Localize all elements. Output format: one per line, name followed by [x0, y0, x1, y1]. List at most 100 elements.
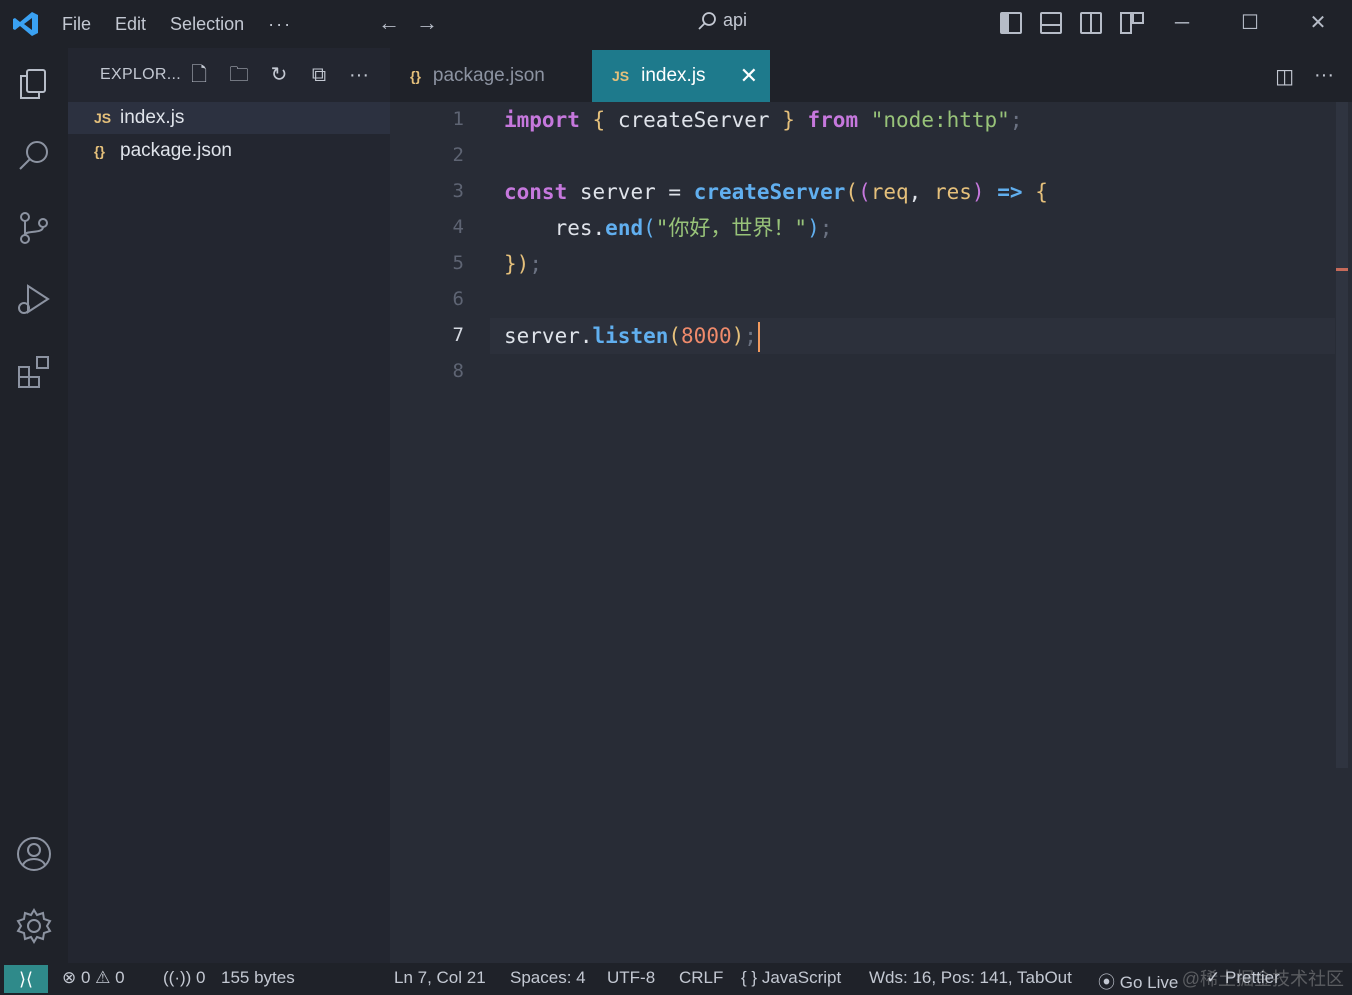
explorer-title: EXPLOR... — [100, 66, 181, 83]
vscode-logo-icon — [13, 12, 38, 36]
radio-tower-icon: ⦿ — [1098, 973, 1115, 992]
token-paren: ) — [807, 216, 820, 240]
end-of-line[interactable]: CRLF — [679, 968, 723, 988]
token-identifier: server — [579, 180, 656, 204]
customize-layout-icon[interactable] — [1120, 12, 1144, 34]
token-string: "node:http" — [870, 108, 1010, 132]
editor-more-icon[interactable]: ··· — [1314, 64, 1334, 89]
tab-label: index.js — [641, 65, 706, 86]
line-number: 6 — [452, 288, 464, 310]
vertical-scrollbar[interactable] — [1336, 102, 1348, 768]
accounts-icon[interactable] — [16, 836, 52, 872]
text-cursor — [757, 322, 760, 352]
token-paren: ( — [643, 216, 656, 240]
tabout-status[interactable]: Wds: 16, Pos: 141, TabOut — [869, 968, 1072, 988]
cursor-position[interactable]: Ln 7, Col 21 — [394, 968, 486, 988]
token-operator: = — [668, 180, 682, 204]
code-content[interactable]: import { createServer } from "node:http"… — [504, 102, 1048, 352]
close-tab-icon[interactable]: ✕ — [740, 63, 758, 89]
token-dot: . — [592, 216, 606, 240]
code-line-3: const server = createServer((req, res) =… — [504, 174, 1048, 210]
menu-selection[interactable]: Selection — [170, 14, 244, 35]
title-bar: File Edit Selection ··· ← → api ─ ☐ ✕ — [0, 0, 1352, 48]
ports-indicator[interactable]: ((·)) 0 — [163, 968, 206, 988]
go-live-button[interactable]: ⦿ Go Live — [1098, 968, 1178, 993]
token-identifier: createServer — [617, 108, 770, 132]
token-paren: ) — [516, 252, 530, 276]
back-arrow-icon[interactable]: ← — [378, 10, 400, 36]
layout-controls — [1000, 12, 1144, 34]
toggle-secondary-sidebar-icon[interactable] — [1080, 12, 1102, 34]
file-name: package.json — [120, 140, 232, 161]
search-view-icon[interactable] — [16, 138, 52, 174]
scrollbar-marker — [1336, 268, 1348, 271]
explorer-more-icon[interactable]: ··· — [348, 64, 370, 86]
collapse-all-icon[interactable]: ⧉ — [308, 64, 330, 86]
json-file-icon: {} — [410, 68, 421, 84]
token-brace: } — [504, 252, 517, 276]
language-mode[interactable]: { } JavaScript — [741, 968, 841, 988]
token-parameter: req — [870, 180, 909, 204]
token-brace: { — [1035, 180, 1048, 204]
menu-edit[interactable]: Edit — [115, 14, 146, 35]
file-item-package-json[interactable]: {} package.json — [68, 135, 390, 167]
line-number: 5 — [452, 252, 464, 274]
editor-actions: ◫ ··· — [1275, 64, 1334, 89]
menu-more-button[interactable]: ··· — [268, 14, 292, 35]
token-dot: . — [579, 324, 593, 348]
token-function: listen — [592, 324, 669, 348]
extensions-icon[interactable] — [16, 354, 52, 390]
encoding[interactable]: UTF-8 — [607, 968, 655, 988]
token-keyword: from — [807, 108, 859, 132]
js-file-icon: JS — [612, 68, 630, 84]
run-debug-icon[interactable] — [16, 282, 52, 318]
token-paren: ( — [668, 324, 682, 348]
token-paren: ( — [845, 180, 859, 204]
explorer-icon[interactable] — [16, 66, 52, 102]
token-semicolon: ; — [819, 216, 833, 240]
forward-arrow-icon[interactable]: → — [416, 10, 438, 36]
maximize-icon[interactable]: ☐ — [1216, 0, 1284, 48]
code-editor[interactable]: 1 2 3 4 5 6 7 8 import { createServer } … — [390, 102, 1352, 963]
source-control-icon[interactable] — [16, 210, 52, 246]
token-semicolon: ; — [744, 324, 757, 348]
language-label: JavaScript — [761, 968, 842, 987]
explorer-sidebar: EXPLOR... 🗋 🗀 ↻ ⧉ ··· JS index.js {} pac… — [68, 48, 390, 963]
minimize-icon[interactable]: ─ — [1148, 0, 1216, 48]
file-item-index-js[interactable]: JS index.js — [68, 102, 390, 134]
menu-bar: File Edit Selection ··· — [62, 0, 316, 48]
token-paren: ( — [858, 180, 871, 204]
code-line-1: import { createServer } from "node:http"… — [504, 102, 1022, 138]
indentation[interactable]: Spaces: 4 — [510, 968, 586, 988]
token-function: end — [605, 216, 644, 240]
toggle-panel-icon[interactable] — [1040, 12, 1062, 34]
js-file-icon: JS — [94, 110, 112, 126]
status-bar: ⟩⟨ ⊗ 0 ⚠ 0 ((·)) 0 155 bytes Ln 7, Col 2… — [0, 963, 1352, 995]
command-center[interactable]: api — [697, 10, 747, 31]
split-editor-icon[interactable]: ◫ — [1275, 64, 1294, 89]
token-number: 8000 — [681, 324, 732, 348]
new-file-icon[interactable]: 🗋 — [188, 64, 210, 86]
tab-index-js[interactable]: JS index.js ✕ — [592, 50, 770, 102]
line-number-current: 7 — [452, 324, 464, 346]
line-number: 3 — [452, 180, 464, 202]
line-number: 8 — [452, 360, 464, 382]
token-brace: { — [592, 108, 606, 132]
menu-file[interactable]: File — [62, 14, 91, 35]
close-window-icon[interactable]: ✕ — [1284, 0, 1352, 48]
remote-indicator-icon[interactable]: ⟩⟨ — [4, 965, 48, 993]
refresh-icon[interactable]: ↻ — [268, 64, 290, 86]
code-line-7: server.listen(8000); — [504, 318, 760, 354]
file-name: index.js — [120, 107, 185, 128]
go-live-label: Go Live — [1119, 973, 1179, 992]
line-number: 2 — [452, 144, 464, 166]
tab-package-json[interactable]: {} package.json — [390, 50, 592, 102]
settings-gear-icon[interactable] — [16, 908, 52, 944]
token-string: "你好，世界！" — [655, 216, 808, 240]
file-size: 155 bytes — [221, 968, 295, 987]
problems-indicator[interactable]: ⊗ 0 ⚠ 0 — [62, 968, 125, 988]
token-semicolon: ; — [529, 252, 542, 276]
toggle-primary-sidebar-icon[interactable] — [1000, 12, 1022, 34]
new-folder-icon[interactable]: 🗀 — [228, 64, 250, 86]
error-count: 0 — [80, 968, 91, 987]
